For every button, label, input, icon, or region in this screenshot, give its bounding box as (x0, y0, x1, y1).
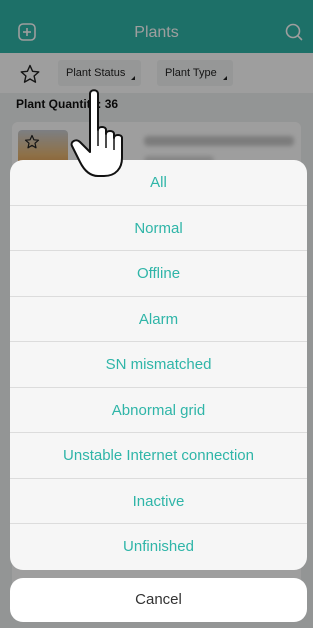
tap-hand-icon (70, 89, 123, 177)
plant-status-action-sheet: All Normal Offline Alarm SN mismatched A… (10, 160, 307, 570)
cancel-button[interactable]: Cancel (10, 578, 307, 622)
status-option-sn-mismatched[interactable]: SN mismatched (10, 342, 307, 388)
status-option-unstable-internet[interactable]: Unstable Internet connection (10, 433, 307, 479)
screen: Plants Plant Status Plant Type Plant Qua… (0, 0, 313, 628)
status-option-inactive[interactable]: Inactive (10, 479, 307, 524)
status-option-alarm[interactable]: Alarm (10, 297, 307, 342)
status-option-unfinished[interactable]: Unfinished (10, 524, 307, 570)
status-option-offline[interactable]: Offline (10, 251, 307, 297)
status-option-all[interactable]: All (10, 160, 307, 206)
status-option-normal[interactable]: Normal (10, 206, 307, 251)
status-option-abnormal-grid[interactable]: Abnormal grid (10, 388, 307, 433)
